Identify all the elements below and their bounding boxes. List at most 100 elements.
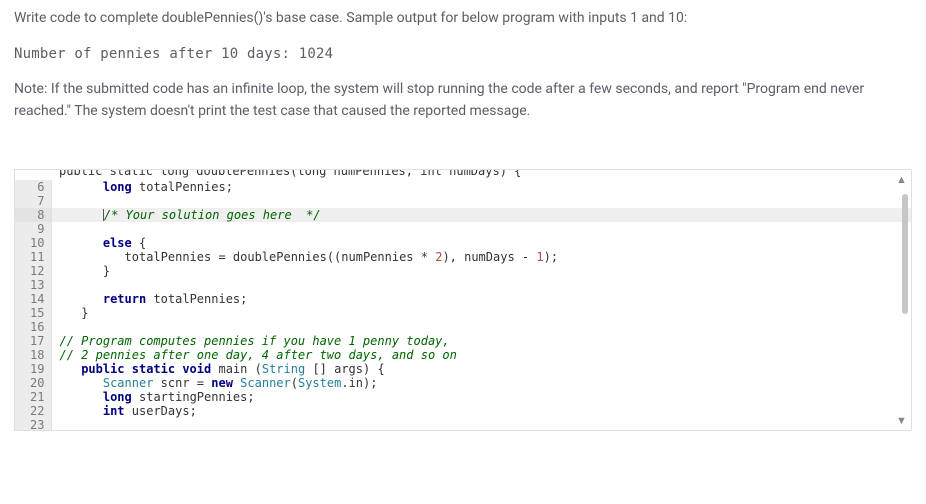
code-token: ( (291, 376, 298, 390)
code-token: scnr = (161, 376, 212, 390)
clipped-previous-line: public static long doublePennies(long nu… (15, 170, 911, 180)
line-content[interactable] (51, 418, 911, 430)
code-token: return (103, 292, 146, 306)
line-number: 16 (15, 320, 51, 334)
scrollbar-thumb[interactable] (902, 194, 908, 314)
code-token: .in); (341, 376, 377, 390)
line-content[interactable]: Scanner scnr = new Scanner(System.in); (51, 376, 911, 390)
code-token: [] args) { (312, 362, 384, 376)
code-line[interactable]: 10 else { (15, 236, 911, 250)
code-token: totalPennies; (153, 292, 247, 306)
code-editor[interactable]: public static long doublePennies(long nu… (14, 169, 912, 431)
line-number: 14 (15, 292, 51, 306)
problem-note: Note: If the submitted code has an infin… (14, 79, 912, 122)
chevron-up-icon: ▲ (896, 171, 907, 188)
line-number: 8 (15, 208, 51, 222)
line-content[interactable]: } (51, 264, 911, 278)
line-number: 11 (15, 250, 51, 264)
note-text: Note: If the submitted code has an infin… (14, 79, 912, 122)
line-number: 6 (15, 180, 51, 194)
code-token: Scanner (240, 376, 291, 390)
code-token: new (211, 376, 233, 390)
code-lines[interactable]: 6 long totalPennies;78 /* Your solution … (15, 180, 911, 430)
code-line[interactable]: 14 return totalPennies; (15, 292, 911, 306)
line-content[interactable]: // 2 pennies after one day, 4 after two … (51, 348, 911, 362)
scroll-up-arrow[interactable]: ▲ (894, 172, 909, 187)
code-token: long (103, 390, 132, 404)
prompt-text: Write code to complete doublePennies()'s… (14, 8, 912, 30)
code-line[interactable]: 19 public static void main (String [] ar… (15, 362, 911, 376)
code-line[interactable]: 13 (15, 278, 911, 292)
code-line[interactable]: 20 Scanner scnr = new Scanner(System.in)… (15, 376, 911, 390)
code-token: ( (255, 362, 262, 376)
code-line[interactable]: 7 (15, 194, 911, 208)
scrollbar-track[interactable] (902, 188, 908, 412)
line-content[interactable]: /* Your solution goes here */ (51, 208, 911, 222)
code-token: main (218, 362, 247, 376)
code-token: 1 (536, 250, 543, 264)
line-content[interactable]: long startingPennies; (51, 390, 911, 404)
code-line[interactable]: 12 } (15, 264, 911, 278)
code-token: // 2 pennies after one day, 4 after two … (60, 348, 457, 362)
problem-description: Write code to complete doublePennies()'s… (14, 8, 912, 30)
line-number: 9 (15, 222, 51, 236)
line-content[interactable]: // Program computes pennies if you have … (51, 334, 911, 348)
code-token: { (139, 236, 146, 250)
line-content[interactable]: totalPennies = doublePennies((numPennies… (51, 250, 911, 264)
code-line[interactable]: 11 totalPennies = doublePennies((numPenn… (15, 250, 911, 264)
code-token: System (298, 376, 341, 390)
code-token: public static void (81, 362, 211, 376)
code-token: totalPennies = doublePennies((numPennies… (125, 250, 436, 264)
code-token: else (103, 236, 132, 250)
code-token: } (103, 264, 110, 278)
line-content[interactable]: int userDays; (51, 404, 911, 418)
code-token: long (103, 180, 132, 194)
line-number: 17 (15, 334, 51, 348)
code-token: } (81, 306, 88, 320)
line-number: 18 (15, 348, 51, 362)
line-content[interactable] (51, 222, 911, 236)
code-token: // Program computes pennies if you have … (60, 334, 450, 348)
line-number: 19 (15, 362, 51, 376)
code-token: ), numDays - (442, 250, 536, 264)
sample-output: Number of pennies after 10 days: 1024 (14, 44, 912, 66)
line-number: 20 (15, 376, 51, 390)
line-content[interactable]: long totalPennies; (51, 180, 911, 194)
code-token: /* Your solution goes here */ (104, 208, 321, 222)
code-token: ); (544, 250, 558, 264)
code-token: int (103, 404, 125, 418)
line-number: 23 (15, 418, 51, 430)
line-number: 13 (15, 278, 51, 292)
code-line[interactable]: 9 (15, 222, 911, 236)
code-token: startingPennies; (139, 390, 255, 404)
line-content[interactable] (51, 278, 911, 292)
code-line[interactable]: 15 } (15, 306, 911, 320)
code-token: totalPennies; (139, 180, 233, 194)
line-number: 10 (15, 236, 51, 250)
line-number: 21 (15, 390, 51, 404)
code-line[interactable]: 8 /* Your solution goes here */ (15, 208, 911, 222)
code-line[interactable]: 21 long startingPennies; (15, 390, 911, 404)
code-token: userDays; (132, 404, 197, 418)
line-number: 7 (15, 194, 51, 208)
line-content[interactable]: else { (51, 236, 911, 250)
line-content[interactable]: public static void main (String [] args)… (51, 362, 911, 376)
line-number: 22 (15, 404, 51, 418)
code-token: Scanner (103, 376, 154, 390)
line-content[interactable]: return totalPennies; (51, 292, 911, 306)
scroll-down-arrow[interactable]: ▼ (894, 413, 909, 428)
code-line[interactable]: 22 int userDays; (15, 404, 911, 418)
code-line[interactable]: 17 // Program computes pennies if you hav… (15, 334, 911, 348)
line-content[interactable] (51, 194, 911, 208)
line-number: 15 (15, 306, 51, 320)
editor-viewport[interactable]: public static long doublePennies(long nu… (15, 170, 911, 430)
line-content[interactable] (51, 320, 911, 334)
chevron-down-icon: ▼ (896, 412, 907, 429)
code-token: String (262, 362, 305, 376)
code-line[interactable]: 6 long totalPennies; (15, 180, 911, 194)
code-line[interactable]: 18 // 2 pennies after one day, 4 after tw… (15, 348, 911, 362)
code-line[interactable]: 23 (15, 418, 911, 430)
line-number: 12 (15, 264, 51, 278)
line-content[interactable]: } (51, 306, 911, 320)
code-line[interactable]: 16 (15, 320, 911, 334)
